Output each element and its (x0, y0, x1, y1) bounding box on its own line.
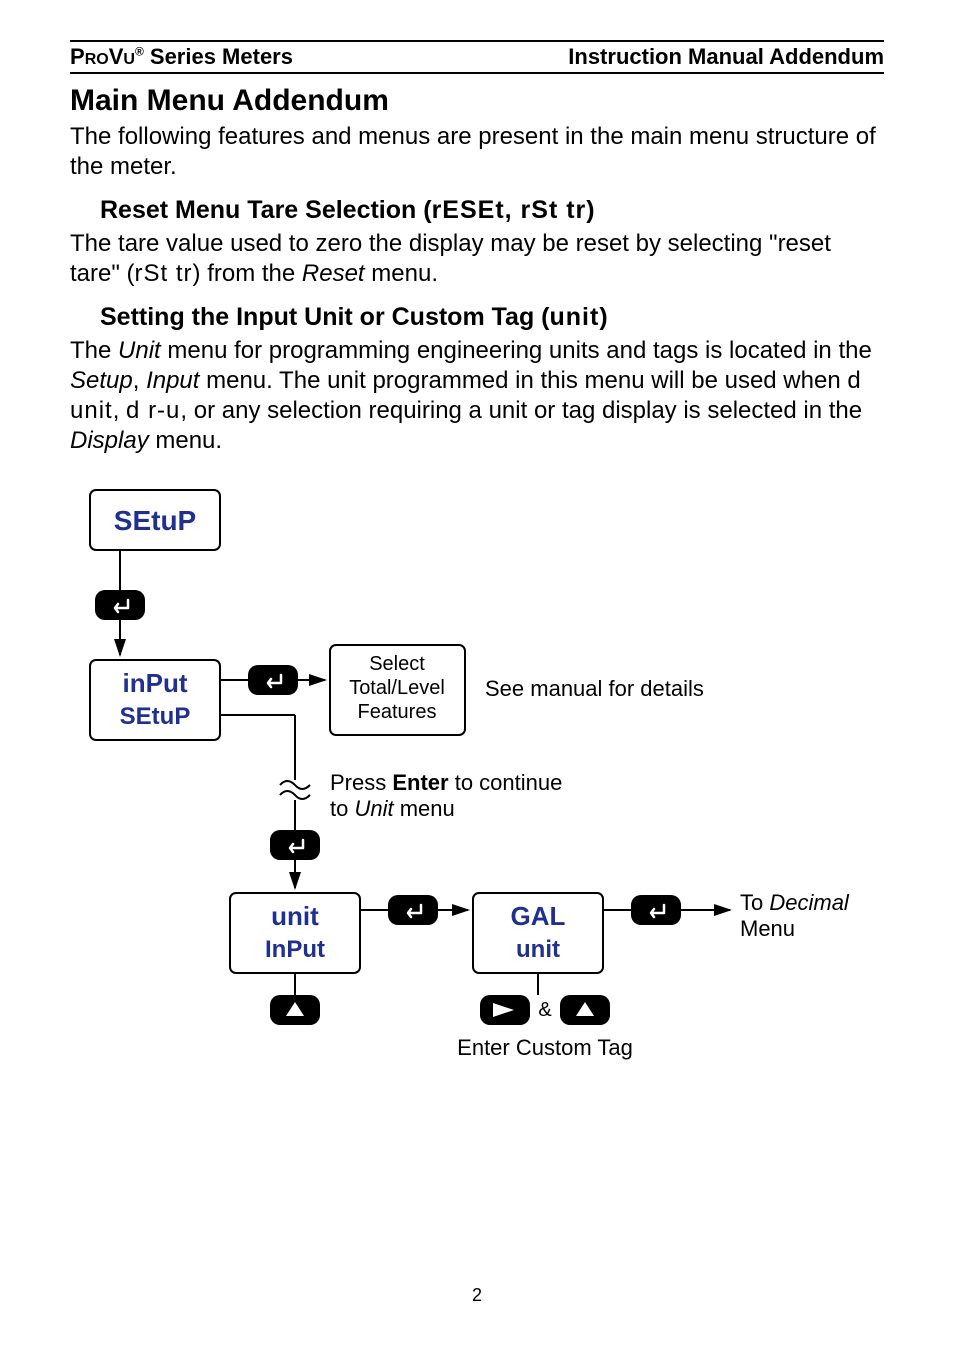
p3-seg2: d r-u (126, 397, 180, 424)
page-header: PROVU® Series Meters Instruction Manual … (70, 44, 884, 74)
p3-input: Input (146, 367, 199, 394)
reset-p-b: ) from the (193, 260, 302, 287)
unit-heading-suffix: ) (599, 303, 607, 331)
p3e: , (113, 397, 126, 424)
p3g: menu. (149, 427, 222, 454)
main-heading: Main Menu Addendum (70, 84, 884, 118)
p3f: , or any selection requiring a unit or t… (180, 397, 862, 424)
brand-p: P (70, 44, 85, 69)
p3-display: Display (70, 427, 149, 454)
select-line2: Total/Level (349, 677, 445, 699)
reset-heading-suffix: ) (586, 196, 594, 224)
gal-box-bot: unit (516, 936, 560, 963)
reset-heading: Reset Menu Tare Selection (rESEt, rSt tr… (100, 196, 884, 225)
to-decimal-line1: To Decimal (740, 890, 850, 915)
select-line3: Features (358, 701, 437, 723)
reset-p-seg: rSt tr (135, 260, 193, 287)
header-right: Instruction Manual Addendum (568, 44, 884, 70)
press-enter-text: Press Enter to continue (330, 770, 562, 795)
p3d: menu. The unit programmed in this menu w… (199, 367, 847, 394)
series-text: Series Meters (144, 44, 293, 69)
unit-box-bot: InPut (265, 936, 325, 963)
brand-ro: RO (85, 51, 109, 68)
reset-paragraph: The tare value used to zero the display … (70, 229, 884, 289)
menu-diagram: SEtuP inPut SEtuP Select Total/Level Fea… (70, 480, 884, 1105)
to-decimal-line2: Menu (740, 916, 795, 941)
reg-mark: ® (135, 45, 144, 59)
brand-v: V (109, 44, 124, 69)
unit-box-top: unit (271, 901, 319, 931)
intro-paragraph: The following features and menus are pre… (70, 122, 884, 182)
p3c: , (133, 367, 146, 394)
p3-unit: Unit (118, 337, 161, 364)
amp-text: & (538, 999, 552, 1021)
reset-p-italic: Reset (302, 260, 365, 287)
p3a: The (70, 337, 118, 364)
brand-u: U (123, 51, 135, 68)
reset-p-c: menu. (365, 260, 438, 287)
enter-custom-text: Enter Custom Tag (457, 1035, 633, 1060)
unit-heading-prefix: Setting the Input Unit or Custom Tag ( (100, 303, 550, 331)
input-box-top: inPut (123, 668, 188, 698)
gal-box-top: GAL (511, 901, 566, 931)
page-number: 2 (70, 1285, 884, 1306)
reset-heading-seg: rESEt, rSt tr (432, 196, 587, 224)
unit-heading-seg: unit (550, 303, 600, 331)
unit-heading: Setting the Input Unit or Custom Tag (un… (100, 303, 884, 332)
select-line1: Select (369, 653, 425, 675)
setup-box-label: SEtuP (114, 505, 196, 536)
unit-paragraph: The Unit menu for programming engineerin… (70, 336, 884, 456)
p3b: menu for programming engineering units a… (161, 337, 872, 364)
see-manual-text: See manual for details (485, 676, 704, 701)
to-unit-text: to Unit menu (330, 796, 455, 821)
p3-setup: Setup (70, 367, 133, 394)
reset-heading-prefix: Reset Menu Tare Selection ( (100, 196, 432, 224)
header-left: PROVU® Series Meters (70, 44, 293, 70)
input-box-bot: SEtuP (120, 703, 191, 730)
